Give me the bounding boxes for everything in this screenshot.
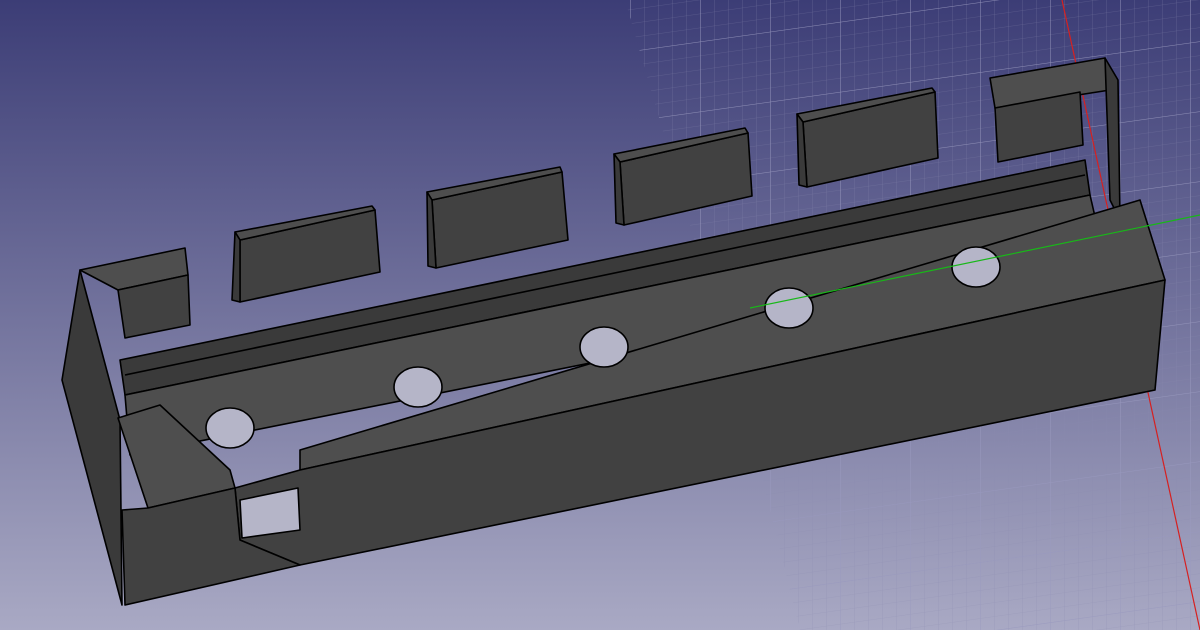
3d-scene[interactable] [0, 0, 1200, 630]
3d-viewport[interactable] [0, 0, 1200, 630]
